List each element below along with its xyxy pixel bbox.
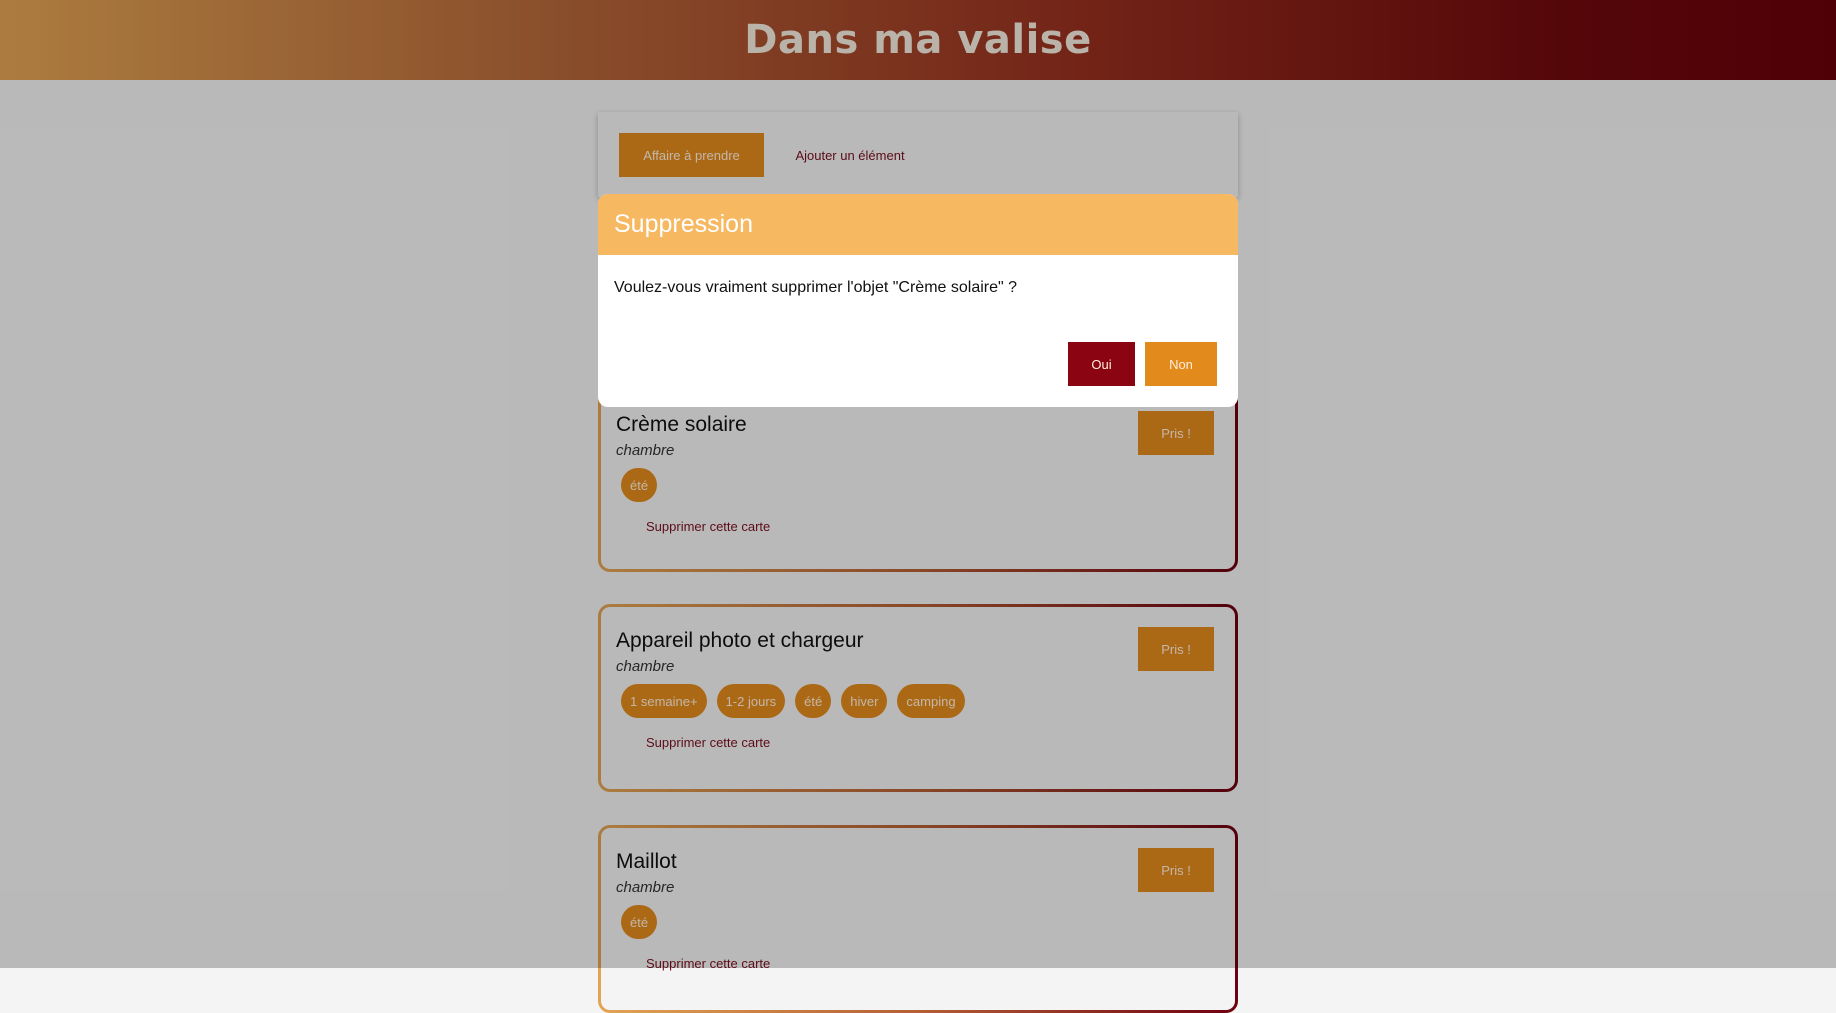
delete-confirm-dialog: Suppression Voulez-vous vraiment supprim… <box>598 194 1238 407</box>
confirm-button[interactable]: Oui <box>1068 342 1135 386</box>
cancel-button[interactable]: Non <box>1145 342 1217 386</box>
dialog-title: Suppression <box>598 194 1238 255</box>
dialog-message: Voulez-vous vraiment supprimer l'objet "… <box>614 279 1018 296</box>
modal-backdrop[interactable] <box>0 0 1836 968</box>
